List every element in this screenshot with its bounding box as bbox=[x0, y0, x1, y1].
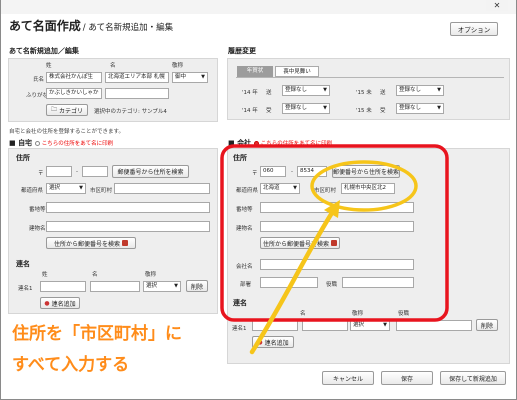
highlight-ellipse bbox=[310, 160, 418, 212]
annotation-line1: 住所を「市区町村」に bbox=[12, 324, 182, 344]
annotation-line2: すべて入力する bbox=[12, 355, 130, 375]
highlight-frame bbox=[220, 144, 449, 322]
annotation-arrow bbox=[249, 205, 338, 355]
